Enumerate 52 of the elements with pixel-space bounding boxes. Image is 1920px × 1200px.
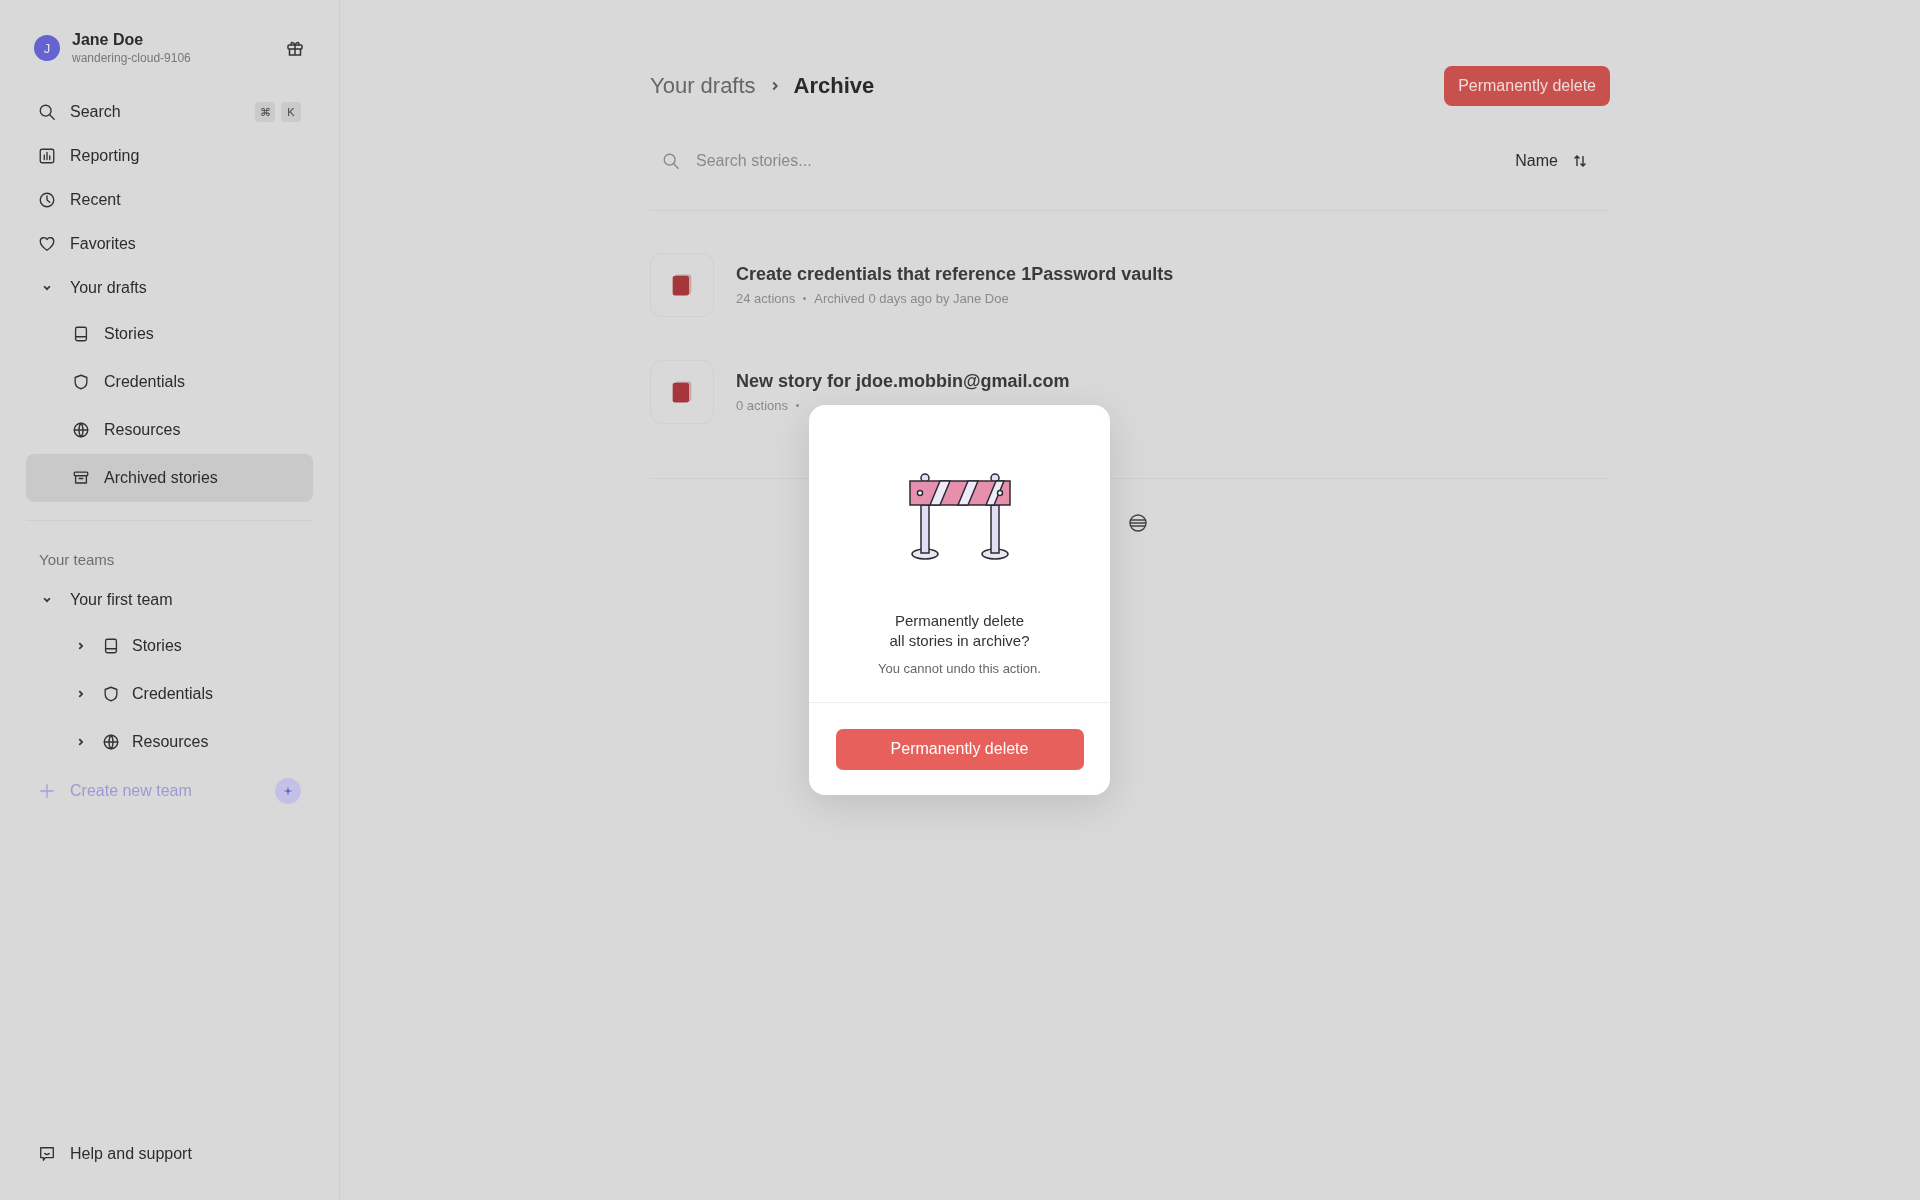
story-icon xyxy=(650,253,714,317)
archive-icon xyxy=(72,469,90,487)
separator-dot xyxy=(796,404,800,407)
shield-icon xyxy=(102,685,120,703)
shortcut-key: ⌘ xyxy=(255,102,275,122)
nav-item[interactable]: Favorites xyxy=(26,222,313,266)
nav-item[interactable]: Stories xyxy=(26,310,313,358)
sort-icon[interactable] xyxy=(1572,153,1588,169)
sort-button[interactable]: Name xyxy=(1515,152,1558,170)
nav-item[interactable]: Resources xyxy=(26,718,313,766)
dialog-message: You cannot undo this action. xyxy=(878,660,1041,676)
search-icon xyxy=(662,152,680,170)
story-title[interactable]: Create credentials that reference 1Password vaults xyxy=(736,264,1174,285)
section-heading: Your teams xyxy=(38,550,116,570)
user-name: Jane Doe xyxy=(72,31,145,49)
nav-item[interactable]: Credentials xyxy=(26,670,313,718)
globe-icon xyxy=(72,421,90,439)
dialog-title: Permanently delete all stories in archive? xyxy=(889,611,1030,651)
book-icon xyxy=(102,637,120,655)
story-icon xyxy=(650,360,714,424)
breadcrumb-link[interactable]: Your drafts xyxy=(650,73,756,99)
search-icon xyxy=(38,103,56,121)
nav-item[interactable]: Archived stories xyxy=(26,454,313,502)
story-meta: 24 actions xyxy=(736,291,796,306)
nav-item[interactable]: Stories xyxy=(26,622,313,670)
chat-icon xyxy=(38,1145,56,1163)
clock-icon xyxy=(38,191,56,209)
heart-icon xyxy=(38,235,56,253)
stack-icon xyxy=(1128,513,1148,533)
nav-item[interactable]: Resources xyxy=(26,406,313,454)
separator-dot xyxy=(803,297,807,300)
help-link[interactable]: Help and support xyxy=(26,1132,313,1176)
team-item[interactable]: Your first team xyxy=(26,578,313,622)
nav-item[interactable]: Your drafts xyxy=(26,266,313,310)
plus-icon xyxy=(38,782,56,800)
user-handle: wandering-cloud-9106 xyxy=(72,51,192,65)
shortcut-key: K xyxy=(281,102,301,122)
bar-chart-icon xyxy=(38,147,56,165)
sparkle-icon xyxy=(283,786,293,796)
page-title: Archive xyxy=(793,73,875,99)
avatar[interactable]: J xyxy=(34,35,60,61)
story-title[interactable]: New story for jdoe.mobbin@gmail.com xyxy=(736,371,1070,392)
book-icon xyxy=(72,325,90,343)
search-field[interactable]: Search stories... xyxy=(694,151,1502,171)
nav-item[interactable]: Credentials xyxy=(26,358,313,406)
story-meta: 0 actions xyxy=(736,398,789,413)
nav-item[interactable]: Search ⌘ K xyxy=(26,90,313,134)
nav-item[interactable]: Reporting xyxy=(26,134,313,178)
globe-icon xyxy=(102,733,120,751)
shield-icon xyxy=(72,373,90,391)
nav-item[interactable]: Recent xyxy=(26,178,313,222)
story-meta: Archived 0 days ago by Jane Doe xyxy=(814,291,1009,306)
